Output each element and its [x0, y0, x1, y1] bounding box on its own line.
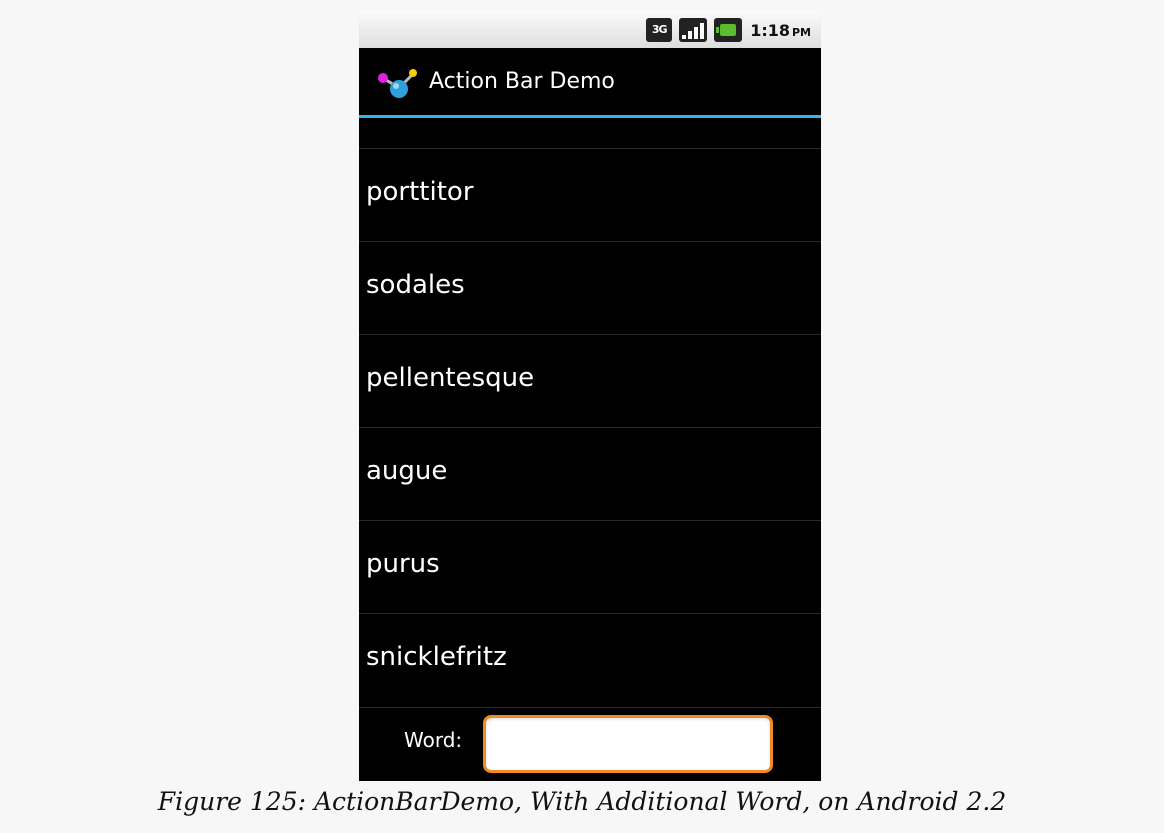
- list-item[interactable]: augue: [359, 427, 821, 520]
- word-input-row: Word:: [359, 708, 821, 781]
- status-clock: 1:18 PM: [750, 21, 811, 40]
- list-item-label: sodales: [366, 270, 465, 300]
- list-item[interactable]: snicklefritz: [359, 613, 821, 706]
- word-input[interactable]: [483, 715, 773, 773]
- list-item-label: pellentesque: [366, 363, 535, 393]
- word-list[interactable]: porttitor sodales pellentesque augue pur…: [359, 118, 821, 708]
- figure-caption: Figure 125: ActionBarDemo, With Addition…: [157, 787, 1007, 816]
- list-item-label: snicklefritz: [366, 642, 507, 672]
- battery-charging-icon: [714, 18, 743, 42]
- status-icons: 3G 1:18 PM: [646, 18, 811, 42]
- action-bar: Action Bar Demo: [359, 48, 821, 117]
- list-item-label: purus: [366, 549, 440, 579]
- status-bar: 3G 1:18 PM: [359, 10, 821, 48]
- list-item-label: augue: [366, 456, 448, 486]
- app-title: Action Bar Demo: [429, 69, 615, 94]
- word-label: Word:: [404, 728, 463, 752]
- list-item[interactable]: purus: [359, 520, 821, 613]
- list-item[interactable]: pellentesque: [359, 334, 821, 427]
- list-item-label: porttitor: [366, 177, 474, 207]
- 3g-network-icon: 3G: [646, 18, 673, 42]
- status-ampm: PM: [791, 25, 811, 39]
- android-screen: 3G 1:18 PM Action Bar Demo porttitor sod…: [359, 10, 821, 781]
- signal-strength-icon: [679, 18, 708, 42]
- list-item[interactable]: sodales: [359, 241, 821, 334]
- status-time: 1:18: [750, 20, 790, 40]
- list-item[interactable]: porttitor: [359, 148, 821, 241]
- molecule-app-icon[interactable]: [377, 66, 421, 102]
